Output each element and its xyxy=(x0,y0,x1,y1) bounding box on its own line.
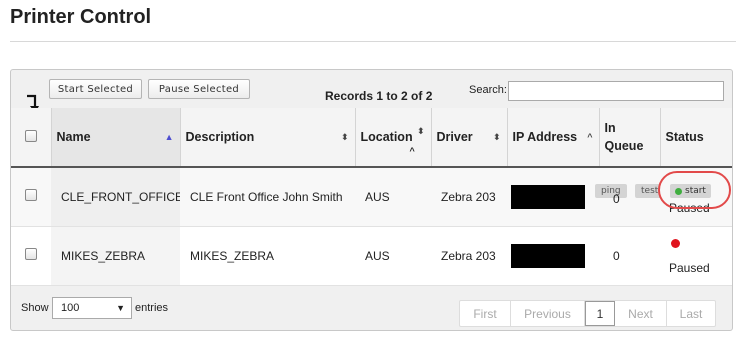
printer-location: AUS xyxy=(355,167,431,227)
select-all-checkbox[interactable] xyxy=(24,129,37,142)
table-row[interactable]: MIKES_ZEBRA MIKES_ZEBRA AUS Zebra 203 0 … xyxy=(11,226,732,286)
pager-next[interactable]: Next xyxy=(615,301,667,326)
header-status[interactable]: Status xyxy=(660,108,732,168)
pager-current-page[interactable]: 1 xyxy=(585,301,615,326)
row-checkbox[interactable] xyxy=(25,189,37,202)
header-description[interactable]: Description ⬍ xyxy=(180,108,356,168)
chevron-up-icon: ^ xyxy=(587,132,593,142)
sort-icon: ⬍ xyxy=(492,132,501,142)
header-name[interactable]: Name ▲ xyxy=(51,108,181,168)
page-size-select[interactable]: 100 ▼ xyxy=(52,297,132,319)
sort-icon: ⬍ xyxy=(340,132,349,142)
start-selected-button[interactable]: Start Selected xyxy=(49,79,142,99)
search-input[interactable] xyxy=(508,81,724,101)
printer-driver: Zebra 203 xyxy=(431,226,507,286)
pause-selected-button[interactable]: Pause Selected xyxy=(148,79,250,99)
pager-last[interactable]: Last xyxy=(667,301,715,326)
pagination: First Previous 1 Next Last xyxy=(459,300,716,327)
printer-name: CLE_FRONT_OFFICE xyxy=(51,167,183,227)
queue-count: 0 xyxy=(599,226,660,286)
ping-button[interactable]: ping xyxy=(595,184,627,198)
printer-location: AUS xyxy=(355,226,431,286)
sort-asc-icon: ▲ xyxy=(164,132,174,142)
header-location[interactable]: Location ⬍ ^ xyxy=(355,108,432,168)
highlight-annotation xyxy=(658,171,731,209)
printer-table-panel: Start Selected Pause Selected Records 1 … xyxy=(10,69,733,331)
header-ip-address[interactable]: IP Address ^ xyxy=(507,108,600,168)
title-divider xyxy=(10,41,736,42)
entries-label: entries xyxy=(135,302,169,314)
row-checkbox[interactable] xyxy=(25,248,37,260)
page-title: Printer Control xyxy=(10,6,152,28)
pager-previous[interactable]: Previous xyxy=(511,301,585,326)
status-text: Paused xyxy=(669,260,710,275)
records-info: Records 1 to 2 of 2 xyxy=(325,89,433,103)
printer-name: MIKES_ZEBRA xyxy=(51,226,180,286)
printer-table: Name ▲ Description ⬍ Location ⬍ ^ Driver xyxy=(11,108,732,286)
header-driver[interactable]: Driver ⬍ xyxy=(431,108,508,168)
queue-count: 0 xyxy=(613,192,620,206)
table-row[interactable]: CLE_FRONT_OFFICE CLE Front Office John S… xyxy=(11,167,732,227)
pager-first[interactable]: First xyxy=(460,301,511,326)
show-label: Show xyxy=(21,302,49,314)
status-dot-icon xyxy=(671,238,680,248)
header-select-all[interactable] xyxy=(11,108,52,168)
header-in-queue[interactable]: In Queue xyxy=(599,108,661,168)
printer-description: CLE Front Office John Smith xyxy=(180,167,355,227)
chevron-up-icon: ^ xyxy=(409,146,415,156)
sort-icon: ⬍ xyxy=(416,126,425,136)
printer-description: MIKES_ZEBRA xyxy=(180,226,355,286)
ip-address-redacted xyxy=(511,184,585,209)
search-label: Search: xyxy=(469,84,507,96)
printer-driver: Zebra 203 xyxy=(431,167,507,227)
chevron-down-icon: ▼ xyxy=(116,303,125,313)
ip-address-redacted xyxy=(511,243,585,268)
